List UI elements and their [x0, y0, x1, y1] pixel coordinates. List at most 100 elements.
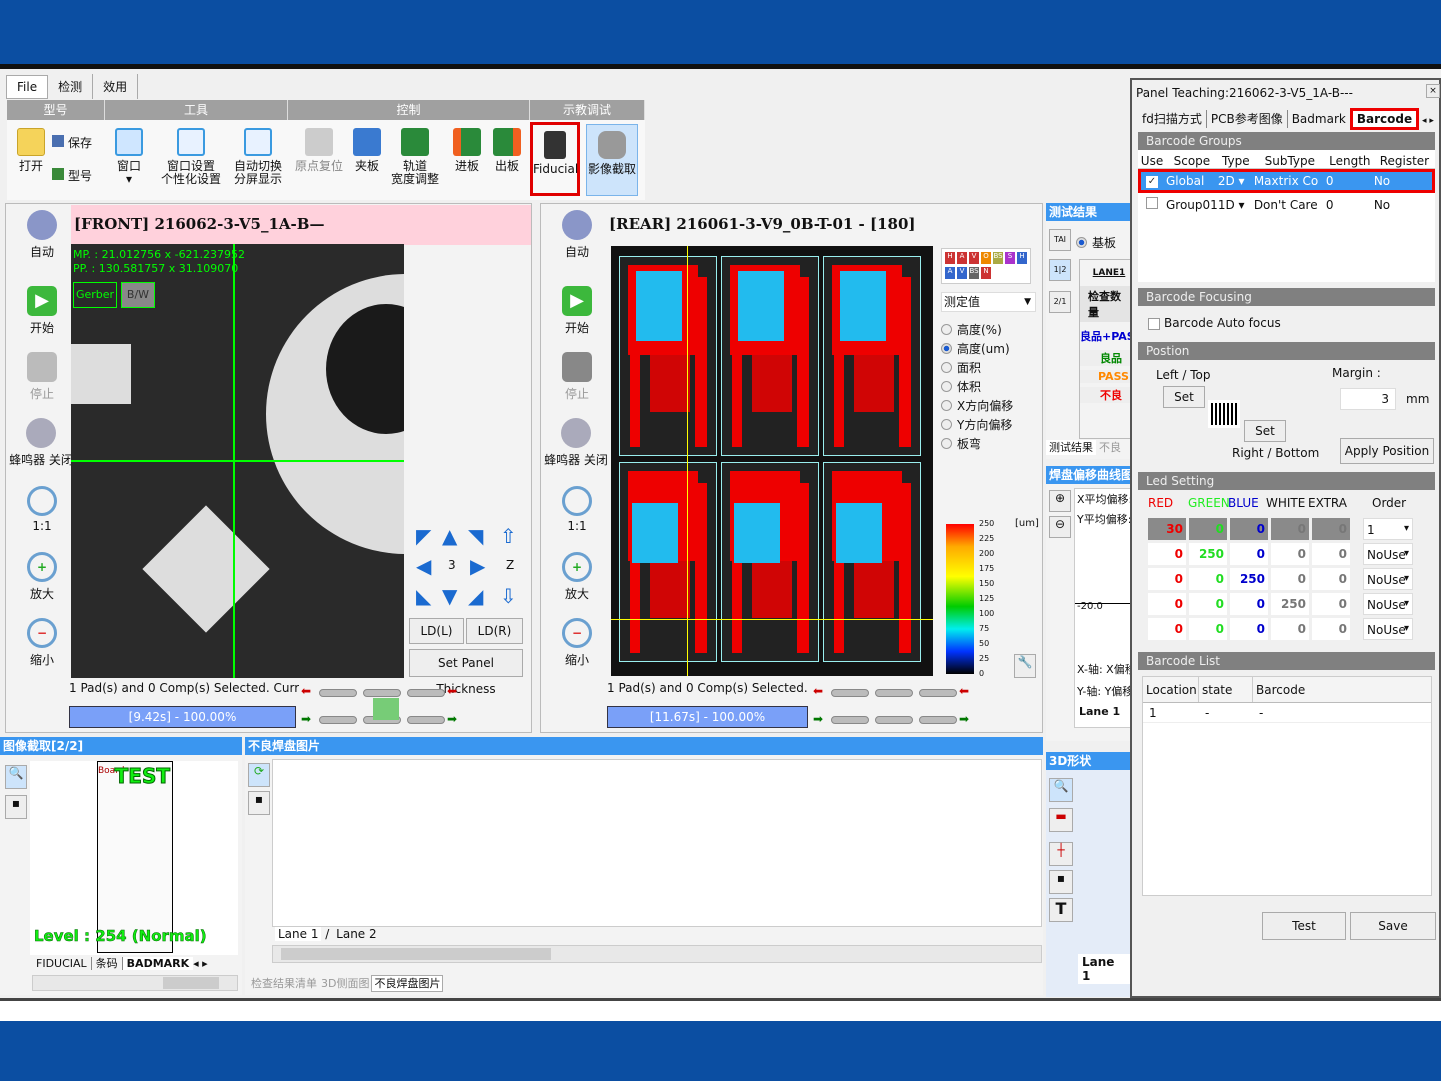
- tab-barcode[interactable]: Barcode: [1349, 108, 1420, 130]
- filter-badge[interactable]: S: [1005, 252, 1015, 264]
- type-select[interactable]: 2D ▾: [1218, 169, 1254, 193]
- arrow-down-right[interactable]: ◢: [468, 584, 483, 608]
- led-value-input[interactable]: 0: [1312, 543, 1350, 565]
- save-button[interactable]: ▪: [1049, 870, 1073, 894]
- auto-button[interactable]: 自动: [549, 210, 605, 260]
- zoom-out-button[interactable]: − 缩小: [14, 618, 70, 668]
- margin-input[interactable]: 3: [1340, 388, 1396, 410]
- front-image-view[interactable]: MP. : 21.012756 x -621.237952 PP. : 130.…: [71, 244, 404, 678]
- table-row[interactable]: ✓ Global 2D ▾ Maxtrix Co 0 No: [1138, 168, 1435, 193]
- test-button[interactable]: Test: [1262, 912, 1346, 940]
- filter-badge[interactable]: A: [945, 267, 955, 279]
- measure-option[interactable]: 板弯: [941, 434, 1013, 453]
- tab-bad-pad-images[interactable]: 不良焊盘图片: [371, 975, 444, 992]
- load-button[interactable]: 进板: [450, 128, 484, 173]
- filter-badge[interactable]: H: [1017, 252, 1027, 264]
- arrow-down-left[interactable]: ◣: [416, 584, 431, 608]
- measure-option[interactable]: 高度(%): [941, 320, 1013, 339]
- menu-file[interactable]: File: [6, 75, 49, 99]
- table-row[interactable]: 1--: [1143, 703, 1431, 723]
- led-value-input[interactable]: 0: [1148, 593, 1186, 615]
- led-value-input[interactable]: 0: [1312, 593, 1350, 615]
- led-value-input[interactable]: 250: [1189, 543, 1227, 565]
- layout-21-button[interactable]: 2/1: [1049, 291, 1071, 313]
- measure-option[interactable]: 面积: [941, 358, 1013, 377]
- board-radio[interactable]: 基板: [1076, 233, 1116, 252]
- subtype-select[interactable]: Maxtrix Co: [1254, 169, 1326, 193]
- tab-badmark[interactable]: BADMARK: [122, 957, 194, 970]
- tab-3d-side[interactable]: 3D侧面图: [319, 977, 371, 990]
- tab-pcb-reference[interactable]: PCB参考图像: [1206, 110, 1288, 128]
- arrow-z-up[interactable]: ⇧: [500, 524, 517, 548]
- model-button[interactable]: 型号: [52, 168, 102, 183]
- view-button[interactable]: 🔍: [1049, 778, 1073, 802]
- type-select[interactable]: 1D ▾: [1218, 193, 1254, 217]
- tab-fiducial[interactable]: FIDUCIAL: [32, 957, 92, 970]
- save-button[interactable]: 保存: [52, 135, 102, 150]
- arrow-left[interactable]: ◀: [416, 554, 431, 578]
- tab-defects[interactable]: 不良: [1096, 440, 1124, 455]
- clamp-button[interactable]: 夹板: [350, 128, 384, 173]
- filter-badge[interactable]: O: [981, 252, 991, 264]
- tab-scroll-arrows[interactable]: ◂ ▸: [193, 957, 208, 970]
- window-settings-button[interactable]: 窗口设置 个性化设置: [156, 128, 226, 186]
- led-value-input[interactable]: 0: [1230, 518, 1268, 540]
- refresh-button[interactable]: ⟳: [248, 763, 270, 787]
- led-value-input[interactable]: 0: [1230, 618, 1268, 640]
- led-value-input[interactable]: 0: [1189, 618, 1227, 640]
- tab-barcode[interactable]: 条码: [91, 957, 123, 970]
- tab-lane-2[interactable]: Lane 2: [333, 927, 379, 941]
- measure-option[interactable]: X方向偏移: [941, 396, 1013, 415]
- origin-reset-button[interactable]: 原点复位: [294, 128, 344, 173]
- ld-left-button[interactable]: LD(L): [409, 618, 464, 644]
- zoom-in-button[interactable]: + 放大: [14, 552, 70, 602]
- led-value-input[interactable]: 0: [1230, 593, 1268, 615]
- fiducial-button[interactable]: Fiducial: [530, 122, 580, 196]
- ld-right-button[interactable]: LD(R): [466, 618, 523, 644]
- auto-button[interactable]: 自动: [14, 210, 70, 260]
- tab-test-results[interactable]: 测试结果: [1046, 440, 1096, 455]
- close-button[interactable]: ×: [1426, 84, 1440, 98]
- horizontal-scrollbar[interactable]: [272, 945, 1042, 963]
- auto-focus-checkbox[interactable]: Barcode Auto focus: [1148, 316, 1281, 330]
- zoom-out-button[interactable]: ⊖: [1049, 516, 1071, 538]
- arrow-right[interactable]: ▶: [470, 554, 485, 578]
- filter-badge[interactable]: BS: [993, 252, 1003, 264]
- filter-badge[interactable]: BS: [969, 267, 979, 279]
- text-button[interactable]: T: [1049, 898, 1073, 922]
- led-value-input[interactable]: 0: [1271, 618, 1309, 640]
- led-value-input[interactable]: 250: [1230, 568, 1268, 590]
- save-button[interactable]: ▪: [248, 791, 270, 815]
- led-value-input[interactable]: 0: [1271, 568, 1309, 590]
- led-value-input[interactable]: 0: [1312, 568, 1350, 590]
- window-button[interactable]: 窗口 ▾: [112, 128, 146, 186]
- arrow-up-left[interactable]: ◤: [416, 524, 431, 548]
- tab-inspection-list[interactable]: 检查结果清单: [249, 977, 319, 990]
- set-panel-thickness-button[interactable]: Set Panel Thickness: [409, 649, 523, 696]
- ratio-button[interactable]: 1:1: [549, 486, 605, 533]
- apply-position-button[interactable]: Apply Position: [1340, 438, 1434, 464]
- use-checkbox[interactable]: [1146, 197, 1158, 209]
- unload-button[interactable]: 出板: [490, 128, 524, 173]
- measure-option[interactable]: 体积: [941, 377, 1013, 396]
- arrow-down[interactable]: ▼: [442, 584, 457, 608]
- start-button[interactable]: ▶ 开始: [14, 286, 70, 336]
- horizontal-scrollbar[interactable]: [32, 975, 238, 991]
- filter-badge[interactable]: H: [945, 252, 955, 264]
- save-button[interactable]: Save: [1350, 912, 1436, 940]
- image-capture-button[interactable]: 影像截取: [586, 124, 638, 196]
- filter-badge[interactable]: V: [969, 252, 979, 264]
- measure-select[interactable]: 测定值 ▼: [941, 292, 1036, 312]
- open-button[interactable]: 打开: [14, 128, 48, 173]
- lane-tab[interactable]: Lane 1: [1079, 705, 1120, 718]
- led-value-input[interactable]: 0: [1312, 518, 1350, 540]
- led-value-input[interactable]: 0: [1271, 518, 1309, 540]
- led-value-input[interactable]: 0: [1271, 543, 1309, 565]
- rail-width-button[interactable]: 轨道 宽度调整: [390, 128, 440, 186]
- zoom-out-button[interactable]: − 缩小: [549, 618, 605, 668]
- use-checkbox[interactable]: ✓: [1146, 176, 1158, 189]
- zoom-in-button[interactable]: + 放大: [549, 552, 605, 602]
- led-value-input[interactable]: 0: [1148, 543, 1186, 565]
- measure-option[interactable]: 高度(um): [941, 339, 1013, 358]
- led-value-input[interactable]: 250: [1271, 593, 1309, 615]
